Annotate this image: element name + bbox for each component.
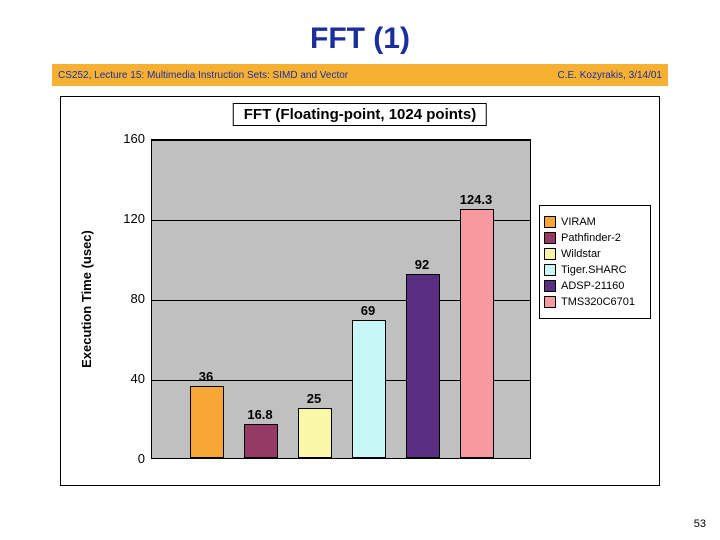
bar-value-label: 25 [289,391,339,406]
bar-value-label: 16.8 [235,407,285,422]
y-tick-label: 80 [115,291,145,306]
chart-title: FFT (Floating-point, 1024 points) [233,103,487,126]
legend-swatch [544,216,556,228]
bar-value-label: 36 [181,369,231,384]
legend-label: TMS320C6701 [561,296,635,308]
legend-item: ADSP-21160 [544,280,646,292]
y-tick-label: 160 [115,131,145,146]
legend-label: VIRAM [561,216,596,228]
y-tick-label: 0 [115,451,145,466]
legend-item: TMS320C6701 [544,296,646,308]
legend-swatch [544,248,556,260]
bar [352,320,386,458]
y-tick-label: 40 [115,371,145,386]
legend-item: Pathfinder-2 [544,232,646,244]
bar-value-label: 69 [343,303,393,318]
legend: VIRAM Pathfinder-2 Wildstar Tiger.SHARC ADSP… [539,205,651,319]
legend-swatch [544,296,556,308]
legend-label: ADSP-21160 [561,280,624,292]
slide-stage: FFT (1) CS252, Lecture 15: Multimedia In… [0,0,720,540]
y-axis-label: Execution Time (usec) [79,139,99,459]
legend-swatch [544,232,556,244]
legend-item: Wildstar [544,248,646,260]
legend-label: Pathfinder-2 [561,232,621,244]
legend-label: Wildstar [561,248,601,260]
header-left: CS252, Lecture 15: Multimedia Instructio… [58,70,348,81]
bar-value-label: 124.3 [451,192,501,207]
chart-container: FFT (Floating-point, 1024 points) Execut… [60,96,660,486]
bar-value-label: 92 [397,257,447,272]
legend-label: Tiger.SHARC [561,264,627,276]
legend-item: Tiger.SHARC [544,264,646,276]
plot-area [151,139,531,459]
bar [244,424,278,458]
header-right: C.E. Kozyrakis, 3/14/01 [558,70,663,81]
slide-header-bar: CS252, Lecture 15: Multimedia Instructio… [52,64,668,86]
legend-swatch [544,264,556,276]
bar [298,408,332,458]
bar [460,209,494,458]
slide-title: FFT (1) [0,22,720,56]
page-number: 53 [694,518,706,530]
bar [406,274,440,458]
bar [190,386,224,458]
legend-swatch [544,280,556,292]
legend-item: VIRAM [544,216,646,228]
gridline [152,140,530,141]
y-tick-label: 120 [115,211,145,226]
